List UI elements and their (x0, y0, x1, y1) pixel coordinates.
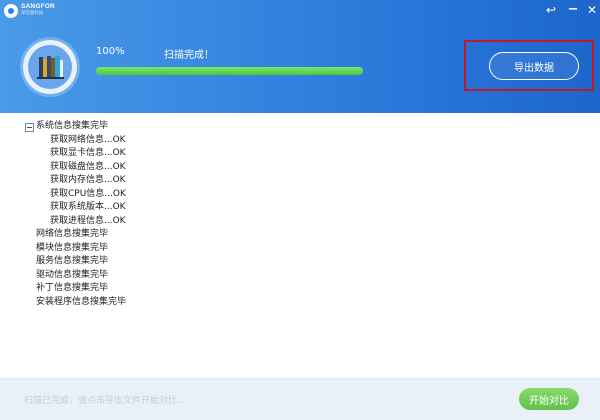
tree-root-item[interactable]: 驱动信息搜集完毕 (36, 269, 108, 282)
minimize-icon[interactable]: − (563, 2, 583, 18)
export-data-button[interactable]: 导出数据 (489, 52, 579, 80)
scan-status: 扫描完成！ (164, 50, 214, 61)
footer-bar: 扫描已完成，请点击导出文件开始对比... 开始对比 (0, 378, 600, 420)
tree-root-item[interactable]: 补丁信息搜集完毕 (36, 282, 108, 295)
tree-root-item[interactable]: 模块信息搜集完毕 (36, 242, 108, 255)
scan-progress-fill (96, 67, 363, 75)
brand: SANGFOR 深信服科技 (4, 3, 55, 18)
tree-child-item[interactable]: 获取磁盘信息...OK (50, 161, 126, 174)
tree-child-item[interactable]: 获取CPU信息...OK (50, 188, 126, 201)
restore-icon[interactable]: ↩ (541, 2, 561, 18)
brand-text: SANGFOR 深信服科技 (21, 3, 55, 16)
header-banner: SANGFOR 深信服科技 ↩ − ✕ 100% 扫描完成！ 导出数据 (0, 0, 600, 113)
tree-child-item[interactable]: 获取内存信息...OK (50, 174, 126, 187)
collapse-toggle-icon[interactable] (25, 123, 34, 132)
progress-percent: 100% (96, 46, 125, 57)
brand-name: SANGFOR (21, 3, 55, 10)
tree-child-item[interactable]: 获取网络信息...OK (50, 134, 126, 147)
tree-child-item[interactable]: 获取系统版本...OK (50, 201, 126, 214)
tree-root-item[interactable]: 服务信息搜集完毕 (36, 255, 108, 268)
footer-message: 扫描已完成，请点击导出文件开始对比... (24, 396, 186, 406)
sangfor-logo-icon (4, 4, 18, 18)
scan-progress-bar (96, 67, 363, 75)
app-window: SANGFOR 深信服科技 ↩ − ✕ 100% 扫描完成！ 导出数据 系统信息… (0, 0, 600, 420)
brand-subtitle: 深信服科技 (21, 10, 44, 16)
tree-root-item[interactable]: 网络信息搜集完毕 (36, 228, 108, 241)
tree-child-item[interactable]: 获取显卡信息...OK (50, 147, 126, 160)
close-icon[interactable]: ✕ (582, 2, 600, 18)
books-icon (28, 45, 72, 89)
tree-root-item[interactable]: 系统信息搜集完毕 (36, 120, 108, 133)
scan-disc (23, 40, 77, 94)
start-compare-button[interactable]: 开始对比 (519, 388, 579, 410)
tree-root-item[interactable]: 安装程序信息搜集完毕 (36, 296, 126, 309)
scan-result-tree: 系统信息搜集完毕 获取网络信息...OK 获取显卡信息...OK 获取磁盘信息.… (0, 113, 600, 378)
tree-child-item[interactable]: 获取进程信息...OK (50, 215, 126, 228)
